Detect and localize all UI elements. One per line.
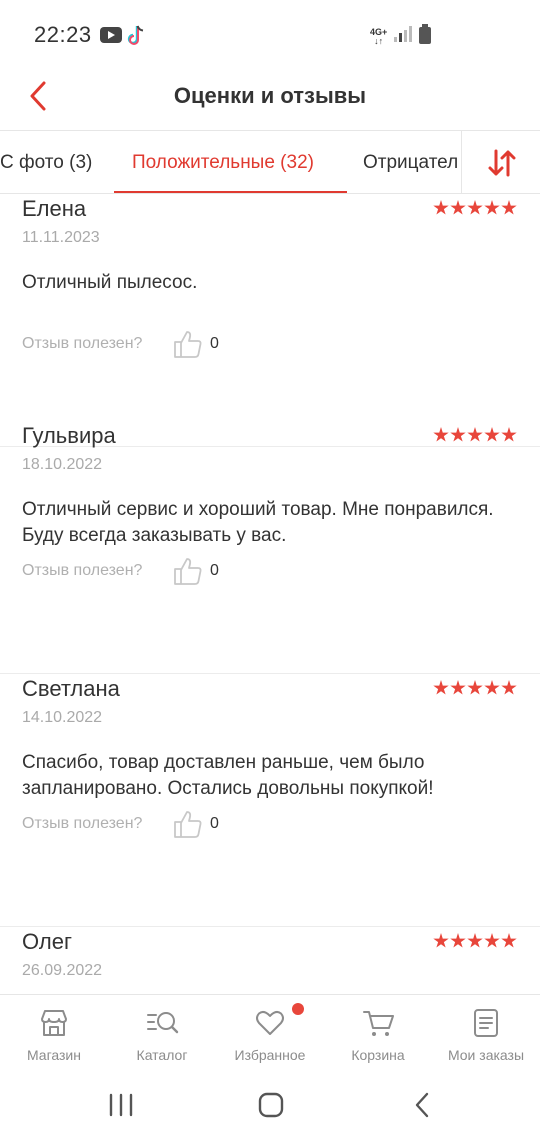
review-card: Елена 11.11.2023 Отличный пылесос. Отзыв… [0,194,540,447]
nav-label: Магазин [26,1047,81,1063]
status-time: 22:23 [34,22,92,47]
star-icon [501,200,517,215]
like-button[interactable] [172,808,204,840]
home-button[interactable] [257,1092,285,1123]
review-filter-tabs: С фото (3) Положительные (32) Отрицател [0,130,540,194]
heart-icon [256,1010,284,1035]
star-icon [433,933,449,948]
nav-favorites[interactable]: Избранное [216,995,324,1073]
thumbs-up-icon [174,811,202,838]
star-icon [433,200,449,215]
star-icon [484,427,500,442]
app-header: Оценки и отзывы [0,70,540,128]
star-icon [467,200,483,215]
star-icon [467,427,483,442]
review-author: Гульвира [22,423,116,448]
system-back-button[interactable] [412,1092,434,1123]
bottom-navigation: Магазин Каталог Избранное Корзина Мои за… [0,994,540,1072]
tiktok-notification-icon [127,24,147,51]
youtube-notification-icon [100,27,122,48]
like-button[interactable] [172,555,204,587]
sort-arrows-icon [488,149,516,177]
network-type: 4G+ ↓↑ [370,26,388,46]
nav-my-orders[interactable]: Мои заказы [432,995,540,1073]
sort-button[interactable] [461,131,540,193]
nav-catalog[interactable]: Каталог [108,995,216,1073]
nav-label: Избранное [234,1047,306,1063]
star-icon [433,680,449,695]
review-text: Отличный пылесос. [22,272,198,293]
review-author: Светлана [22,676,120,701]
review-card: Светлана 14.10.2022 Спасибо, товар доста… [0,674,540,927]
like-count: 0 [210,562,219,579]
star-icon [484,200,500,215]
review-date: 18.10.2022 [22,456,103,473]
page-title: Оценки и отзывы [173,83,367,108]
like-count: 0 [210,335,219,352]
signal-icon [394,26,413,47]
star-icon [450,680,466,695]
star-icon [501,680,517,695]
review-date: 11.11.2023 [22,229,100,246]
store-icon [41,1010,67,1036]
helpful-label: Отзыв полезен? [22,335,143,352]
thumbs-up-icon [174,331,202,358]
like-count: 0 [210,815,219,832]
star-icon [467,680,483,695]
back-icon [415,1092,429,1118]
review-card: Олег 26.09.2022 [0,927,540,994]
star-icon [501,933,517,948]
tab-negative[interactable]: Отрицател [363,152,458,174]
nav-label: Мои заказы [447,1047,525,1063]
recent-apps-button[interactable] [108,1092,134,1123]
catalog-search-icon [147,1012,179,1034]
system-navigation-bar [0,1072,540,1140]
orders-icon [474,1009,498,1037]
nav-label: Каталог [136,1047,188,1063]
star-icon [433,427,449,442]
review-rating-stars [433,680,519,697]
star-icon [450,933,466,948]
battery-icon [419,24,432,49]
star-icon [501,427,517,442]
thumbs-up-icon [174,558,202,585]
tab-with-photo[interactable]: С фото (3) [0,152,92,174]
review-author: Елена [22,196,87,221]
nav-cart[interactable]: Корзина [324,995,432,1073]
status-bar: 22:23 4G+ ↓↑ [0,0,540,70]
star-icon [467,933,483,948]
review-text: Отличный сервис и хороший товар. Мне пон… [22,499,494,546]
cart-icon [363,1011,394,1036]
star-icon [450,427,466,442]
tab-positive[interactable]: Положительные (32) [132,152,314,174]
favorites-badge [292,1003,304,1015]
reviews-list[interactable]: Елена 11.11.2023 Отличный пылесос. Отзыв… [0,194,540,994]
review-rating-stars [433,427,519,444]
home-icon [258,1092,284,1118]
star-icon [484,680,500,695]
status-indicators: 4G+ ↓↑ [370,24,432,49]
nav-store[interactable]: Магазин [0,995,108,1073]
review-author: Олег [22,929,72,954]
review-rating-stars [433,200,519,217]
helpful-label: Отзыв полезен? [22,562,143,579]
review-date: 26.09.2022 [22,962,103,979]
review-rating-stars [433,933,519,950]
like-button[interactable] [172,328,204,360]
helpful-label: Отзыв полезен? [22,815,143,832]
star-icon [450,200,466,215]
star-icon [484,933,500,948]
nav-label: Корзина [351,1047,405,1063]
review-card: Гульвира 18.10.2022 Отличный сервис и хо… [0,421,540,674]
recent-apps-icon [109,1093,133,1117]
review-text: Спасибо, товар доставлен раньше, чем был… [22,752,434,799]
review-date: 14.10.2022 [22,709,103,726]
